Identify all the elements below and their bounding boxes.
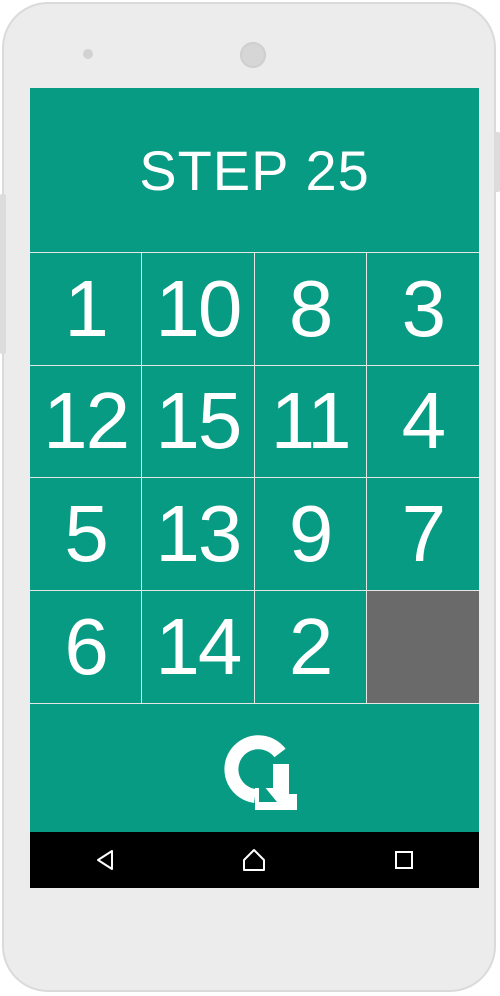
puzzle-tile[interactable]: 10 bbox=[142, 253, 255, 366]
puzzle-tile[interactable]: 1 bbox=[30, 253, 143, 366]
puzzle-tile[interactable]: 4 bbox=[366, 366, 479, 478]
puzzle-tile[interactable]: 15 bbox=[142, 365, 255, 478]
navigation-bar bbox=[30, 832, 479, 888]
puzzle-tile[interactable]: 11 bbox=[254, 365, 367, 478]
home-icon bbox=[243, 849, 266, 871]
puzzle-tile[interactable]: 13 bbox=[142, 478, 255, 591]
front-camera bbox=[83, 49, 93, 59]
recents-square-icon bbox=[395, 851, 414, 869]
restart-icon bbox=[223, 735, 297, 810]
step-label: STEP bbox=[139, 138, 290, 202]
puzzle-tile[interactable]: 5 bbox=[30, 478, 143, 591]
puzzle-tile[interactable]: 14 bbox=[142, 590, 255, 703]
recents-button[interactable] bbox=[374, 832, 434, 888]
reset-area bbox=[30, 704, 479, 832]
puzzle-tile[interactable]: 3 bbox=[366, 253, 479, 366]
game-screen: STEP 25 1 10 8 3 12 15 11 4 5 13 9 7 6 1… bbox=[30, 88, 479, 888]
empty-tile bbox=[366, 590, 479, 703]
puzzle-tile[interactable]: 9 bbox=[254, 478, 367, 591]
puzzle-tile[interactable]: 2 bbox=[255, 590, 367, 703]
step-counter: STEP 25 bbox=[30, 88, 479, 252]
reset-button[interactable] bbox=[205, 718, 305, 818]
earpiece-speaker bbox=[240, 42, 266, 68]
puzzle-tile[interactable]: 12 bbox=[30, 365, 143, 478]
back-triangle-icon bbox=[96, 850, 113, 870]
volume-button bbox=[0, 194, 6, 354]
puzzle-board: 1 10 8 3 12 15 11 4 5 13 9 7 6 14 2 bbox=[30, 252, 479, 704]
power-button bbox=[494, 132, 500, 192]
home-button[interactable] bbox=[224, 832, 284, 888]
puzzle-tile[interactable]: 6 bbox=[30, 590, 143, 703]
step-count: 25 bbox=[305, 138, 370, 202]
puzzle-tile[interactable]: 7 bbox=[366, 478, 479, 591]
back-button[interactable] bbox=[75, 832, 135, 888]
phone-frame: STEP 25 1 10 8 3 12 15 11 4 5 13 9 7 6 1… bbox=[0, 2, 500, 992]
puzzle-tile[interactable]: 8 bbox=[254, 253, 367, 366]
